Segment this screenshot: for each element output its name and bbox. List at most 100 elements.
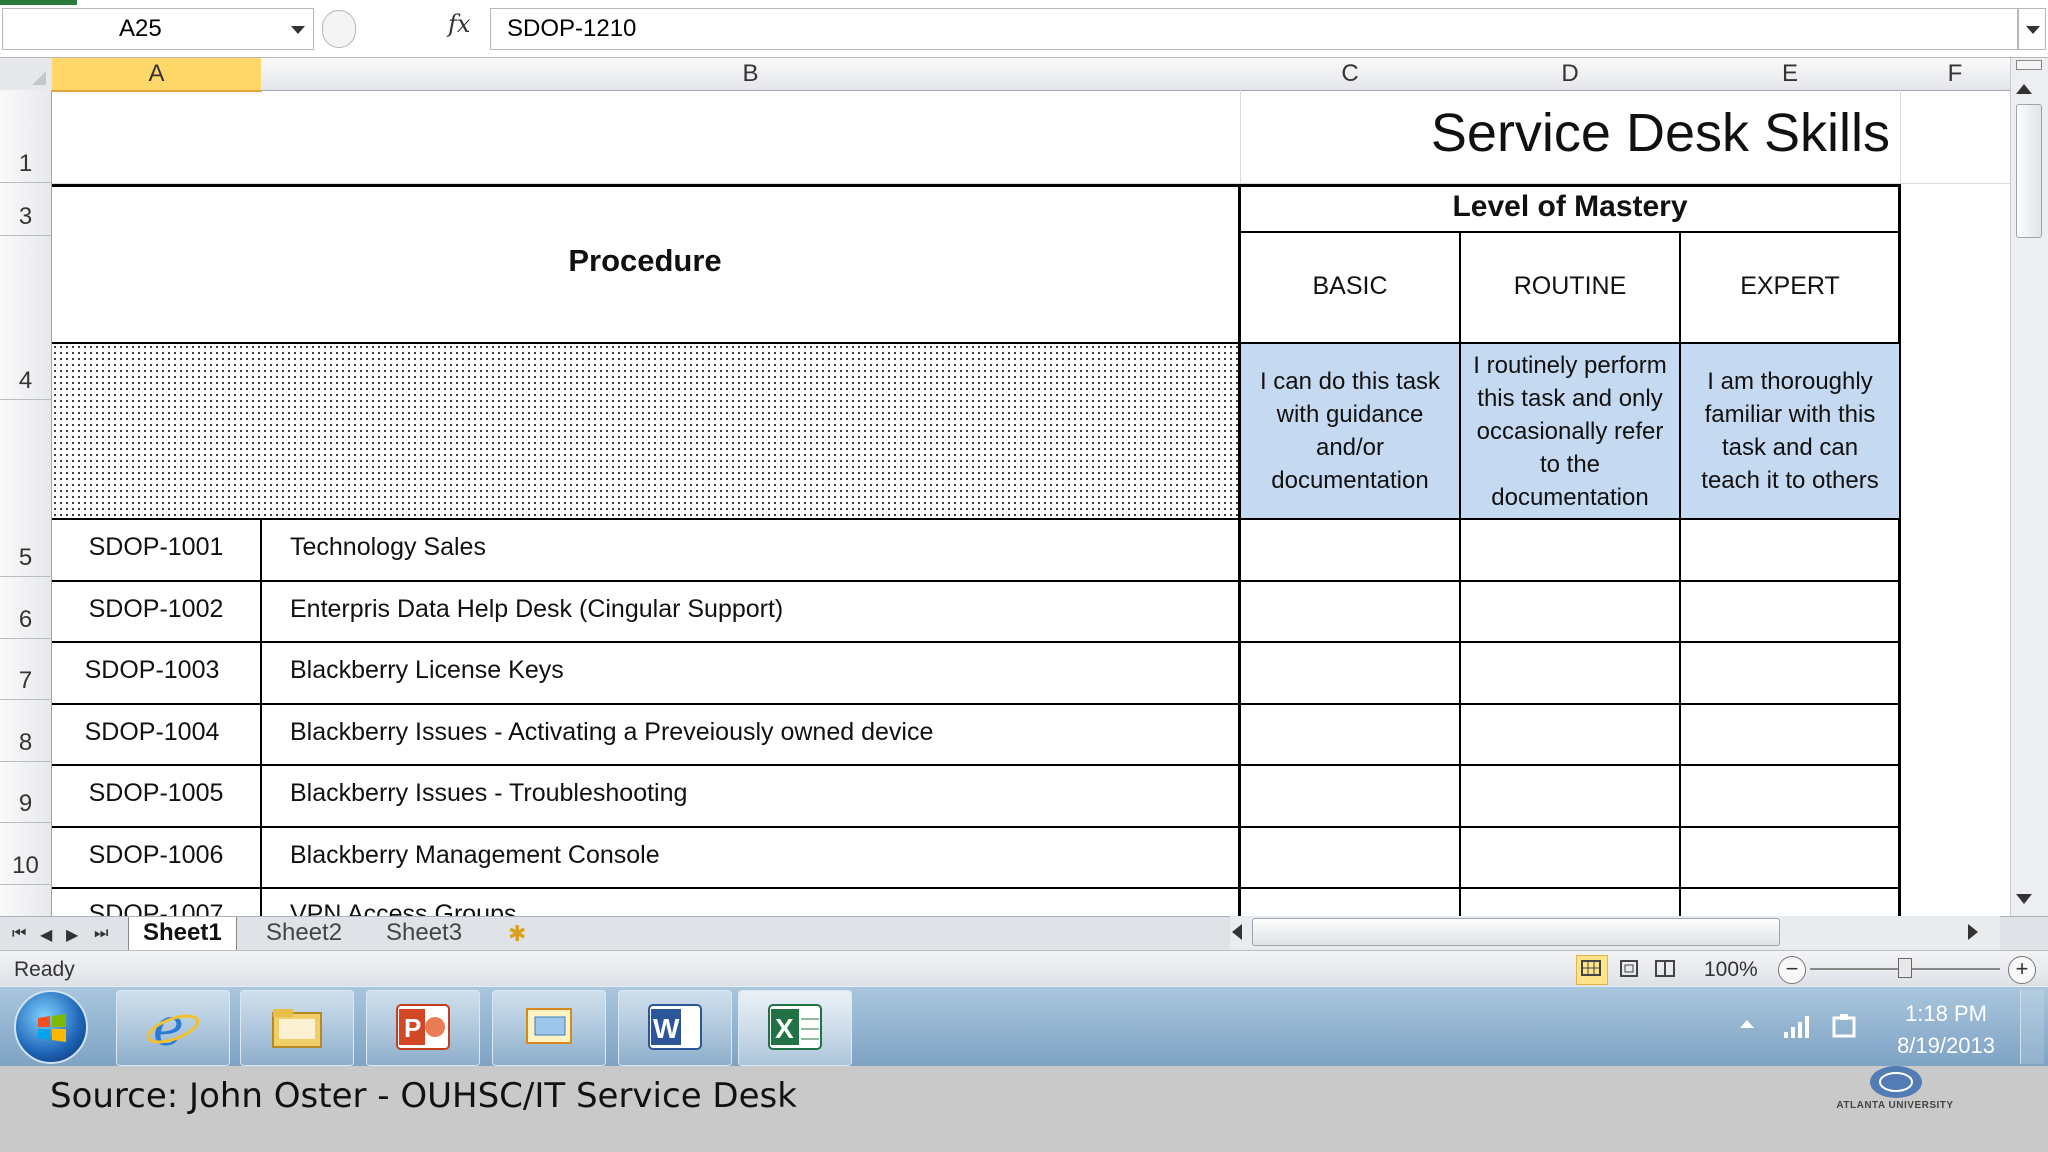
col-a-border <box>260 518 262 916</box>
normal-view-icon[interactable] <box>1576 955 1608 985</box>
column-header-c[interactable]: C <box>1240 58 1461 91</box>
start-button[interactable] <box>14 990 88 1064</box>
scroll-left-icon[interactable] <box>1232 924 1242 940</box>
source-caption: Source: John Oster - OUHSC/IT Service De… <box>50 1076 797 1116</box>
taskbar-internet-explorer[interactable]: e <box>116 990 230 1066</box>
item-id[interactable]: SDOP-1001 <box>52 533 260 562</box>
insert-sheet-icon[interactable]: ✱ <box>508 921 526 947</box>
powerpoint-icon: P <box>395 1001 451 1053</box>
select-all-corner[interactable] <box>0 58 53 91</box>
status-bar: Ready 100% − + <box>0 950 2048 986</box>
item-name-partial[interactable]: VPN Access Groups <box>290 900 516 916</box>
first-sheet-icon[interactable]: ⏮ <box>12 925 26 943</box>
row-header-4[interactable]: 4 <box>0 236 52 400</box>
insert-function-icon[interactable]: fx <box>448 10 470 38</box>
taskbar-powerpoint[interactable]: P <box>366 990 480 1066</box>
page-layout-view-icon[interactable] <box>1614 955 1646 985</box>
row-border <box>52 641 1900 643</box>
row-border <box>52 703 1900 705</box>
item-id[interactable]: SDOP-1006 <box>52 841 260 870</box>
clock-time: 1:18 PM <box>1905 1001 1987 1026</box>
clock-date: 8/19/2013 <box>1897 1033 1995 1058</box>
prev-sheet-icon[interactable]: ◀ <box>40 925 52 945</box>
column-header-d[interactable]: D <box>1460 58 1681 91</box>
page-break-view-icon[interactable] <box>1650 955 1682 985</box>
formula-input[interactable]: SDOP-1210 <box>490 8 2018 50</box>
row-header-1[interactable]: 1 <box>0 90 52 183</box>
scroll-up-icon[interactable] <box>2016 84 2032 94</box>
column-header-b[interactable]: B <box>261 58 1241 91</box>
row-header-10[interactable]: 10 <box>0 823 52 885</box>
logo-text: ATLANTA UNIVERSITY <box>1836 1100 1954 1111</box>
last-sheet-icon[interactable]: ⏭ <box>94 925 108 943</box>
excel-icon: X <box>767 1001 823 1053</box>
scroll-down-icon[interactable] <box>2016 894 2032 904</box>
split-box[interactable] <box>2016 60 2042 70</box>
row-header-3[interactable]: 3 <box>0 183 52 236</box>
power-icon[interactable] <box>1830 1012 1860 1047</box>
taskbar-file-explorer[interactable] <box>240 990 354 1066</box>
svg-text:W: W <box>653 1013 680 1044</box>
worksheet-grid[interactable]: A B C D E F 1 3 4 5 6 7 8 9 10 11 Servic… <box>0 58 2010 916</box>
scroll-right-icon[interactable] <box>1968 924 1978 940</box>
show-hidden-icons[interactable] <box>1740 1020 1754 1028</box>
item-id[interactable]: SDOP-1005 <box>52 779 260 808</box>
status-ready: Ready <box>14 958 75 981</box>
taskbar-excel[interactable]: X <box>738 990 852 1066</box>
row-header-9[interactable]: 9 <box>0 762 52 823</box>
tab-sheet1[interactable]: Sheet1 <box>128 917 237 952</box>
row-header-8[interactable]: 8 <box>0 700 52 762</box>
zoom-slider-thumb[interactable] <box>1898 958 1912 978</box>
column-header-f[interactable]: F <box>1900 58 2010 91</box>
file-explorer-icon <box>269 1001 325 1053</box>
row-border <box>52 580 1900 582</box>
outlook-icon <box>521 1001 577 1053</box>
item-id[interactable]: SDOP-1003 <box>52 656 252 685</box>
mastery-divider <box>1240 231 1900 233</box>
windows-logo-icon <box>38 1014 66 1042</box>
item-name[interactable]: Enterpris Data Help Desk (Cingular Suppo… <box>290 595 783 624</box>
chevron-down-icon[interactable] <box>291 26 305 34</box>
desc-bottom-border <box>52 518 1900 520</box>
item-name[interactable]: Blackberry Issues - Troubleshooting <box>290 779 687 808</box>
item-id[interactable]: SDOP-1004 <box>52 718 252 747</box>
vertical-scroll-thumb[interactable] <box>2016 104 2042 238</box>
row-border <box>52 764 1900 766</box>
next-sheet-icon[interactable]: ▶ <box>66 925 78 945</box>
show-desktop-button[interactable] <box>2020 990 2044 1064</box>
item-name[interactable]: Technology Sales <box>290 533 486 562</box>
row-header-6[interactable]: 6 <box>0 577 52 639</box>
tab-sheet3[interactable]: Sheet3 <box>372 917 476 950</box>
tab-sheet2[interactable]: Sheet2 <box>252 917 356 950</box>
row-header-7[interactable]: 7 <box>0 639 52 700</box>
system-clock[interactable]: 1:18 PM 8/19/2013 <box>1866 998 2026 1062</box>
word-icon: W <box>647 1001 703 1053</box>
routine-description: I routinely perform this task and only o… <box>1461 344 1679 518</box>
taskbar-outlook[interactable] <box>492 990 606 1066</box>
zoom-out-icon[interactable]: − <box>1778 956 1806 984</box>
item-id[interactable]: SDOP-1002 <box>52 595 260 624</box>
internet-explorer-icon: e <box>145 998 201 1058</box>
network-icon[interactable] <box>1782 1012 1814 1045</box>
zoom-level[interactable]: 100% <box>1704 958 1758 982</box>
column-header-e[interactable]: E <box>1680 58 1901 91</box>
row-border <box>52 887 1900 889</box>
formula-bar-grip[interactable] <box>322 10 356 48</box>
svg-text:X: X <box>775 1013 794 1044</box>
column-header-a[interactable]: A <box>52 58 262 92</box>
item-id-partial[interactable]: SDOP-1007 <box>52 900 260 916</box>
item-name[interactable]: Blackberry Management Console <box>290 841 660 870</box>
horizontal-scroll-thumb[interactable] <box>1252 918 1780 946</box>
gridline <box>1240 90 1241 183</box>
item-name[interactable]: Blackberry Issues - Activating a Preveio… <box>290 718 933 747</box>
taskbar-word[interactable]: W <box>618 990 732 1066</box>
name-box[interactable]: A25 <box>2 8 314 50</box>
zoom-in-icon[interactable]: + <box>2008 956 2036 984</box>
row-header-5[interactable]: 5 <box>0 400 52 577</box>
level-routine: ROUTINE <box>1513 272 1627 300</box>
expand-formula-bar-button[interactable] <box>2018 8 2046 50</box>
level-basic: BASIC <box>1312 272 1388 300</box>
row-header-11[interactable]: 11 <box>0 885 52 916</box>
row-border <box>52 826 1900 828</box>
item-name[interactable]: Blackberry License Keys <box>290 656 564 685</box>
